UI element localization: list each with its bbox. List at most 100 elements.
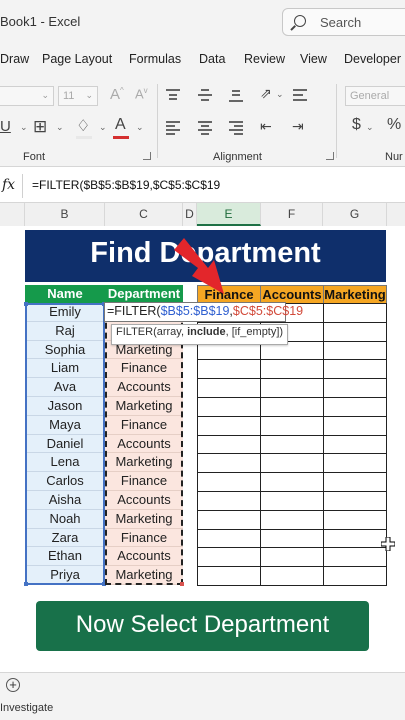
marketing-result-cell[interactable]: [323, 472, 387, 492]
alignment-dialog-launcher-icon[interactable]: [326, 152, 334, 160]
instruction-text: Now Select Department: [75, 611, 330, 638]
currency-icon[interactable]: $: [352, 116, 361, 134]
accounts-result-cell[interactable]: [260, 397, 324, 417]
accounts-result-cell[interactable]: [260, 378, 324, 398]
finance-result-cell[interactable]: [197, 472, 261, 492]
tab-formulas[interactable]: Formulas: [129, 52, 181, 66]
select-all-corner[interactable]: [0, 203, 25, 226]
group-label-alignment: Alignment: [213, 151, 262, 163]
column-header-f[interactable]: F: [261, 203, 323, 226]
cell-edit-box[interactable]: =FILTER($B$5:$B$19,$C$5:$C$19: [104, 302, 303, 322]
align-top-icon[interactable]: [166, 88, 180, 102]
increase-indent-icon[interactable]: ⇥: [292, 118, 304, 135]
underline-icon[interactable]: U: [0, 118, 11, 135]
add-sheet-icon[interactable]: +: [6, 678, 20, 692]
column-header-c[interactable]: C: [105, 203, 183, 226]
marketing-result-cell[interactable]: [323, 359, 387, 380]
finance-result-cell[interactable]: [197, 378, 261, 398]
column-header-e[interactable]: E: [197, 203, 261, 226]
shrink-font-icon[interactable]: Av: [135, 86, 148, 101]
finance-result-cell[interactable]: [197, 434, 261, 455]
chevron-down-icon[interactable]: ⌄: [20, 122, 28, 133]
percent-icon[interactable]: %: [387, 116, 401, 134]
formula-input[interactable]: =FILTER($B$5:$B$19,$C$5:$C$19: [32, 178, 220, 192]
tab-review[interactable]: Review: [244, 52, 285, 66]
font-dialog-launcher-icon[interactable]: [143, 152, 151, 160]
tab-developer[interactable]: Developer: [344, 52, 401, 66]
finance-result-cell[interactable]: [197, 566, 261, 586]
marketing-result-cell[interactable]: [323, 397, 387, 417]
grow-font-icon[interactable]: A^: [110, 86, 124, 103]
orientation-icon[interactable]: ⇗: [260, 85, 272, 102]
tab-page-layout[interactable]: Page Layout: [42, 52, 112, 66]
column-header-g[interactable]: G: [323, 203, 387, 226]
finance-result-cell[interactable]: [197, 547, 261, 568]
finance-result-cell[interactable]: [197, 453, 261, 474]
marketing-result-cell[interactable]: [323, 528, 387, 549]
borders-icon[interactable]: ⊞: [33, 117, 47, 137]
chevron-down-icon[interactable]: ⌄: [99, 122, 107, 133]
marketing-result-cell[interactable]: [323, 415, 387, 436]
marketing-result-cell[interactable]: [323, 434, 387, 455]
chevron-down-icon[interactable]: ⌄: [276, 89, 284, 100]
range-handle[interactable]: [24, 582, 28, 586]
range-handle[interactable]: [24, 302, 28, 306]
font-name-dropdown[interactable]: ⌄: [0, 86, 54, 106]
number-format-dropdown[interactable]: General: [345, 86, 405, 106]
accounts-result-cell[interactable]: [260, 528, 324, 549]
accounts-result-cell[interactable]: [260, 547, 324, 568]
fill-color-icon[interactable]: ♢: [76, 116, 90, 136]
group-label-number: Nur: [385, 151, 403, 163]
group-separator: [157, 84, 158, 158]
decrease-indent-icon[interactable]: ⇤: [260, 118, 272, 135]
finance-result-cell[interactable]: [197, 415, 261, 436]
accounts-result-cell[interactable]: [260, 472, 324, 492]
font-size-dropdown[interactable]: 11 ⌄: [58, 86, 98, 106]
range-handle[interactable]: [180, 582, 184, 586]
tab-draw[interactable]: Draw: [0, 52, 29, 66]
marketing-result-cell[interactable]: [323, 547, 387, 568]
finance-result-cell[interactable]: [197, 397, 261, 417]
marketing-result-cell[interactable]: [323, 509, 387, 530]
marketing-result-cell[interactable]: [323, 321, 387, 342]
finance-result-cell[interactable]: [197, 528, 261, 549]
chevron-down-icon[interactable]: ⌄: [366, 122, 374, 133]
align-center-icon[interactable]: [198, 120, 212, 135]
column-header-b[interactable]: B: [25, 203, 105, 226]
align-right-icon[interactable]: [229, 120, 243, 135]
tab-view[interactable]: View: [300, 52, 327, 66]
accounts-result-cell[interactable]: [260, 434, 324, 455]
accounts-result-cell[interactable]: [260, 509, 324, 530]
accounts-result-cell[interactable]: [260, 415, 324, 436]
marketing-result-cell[interactable]: [323, 566, 387, 586]
header-name[interactable]: Name: [25, 285, 105, 303]
finance-result-cell[interactable]: [197, 509, 261, 530]
finance-result-cell[interactable]: [197, 491, 261, 511]
accounts-result-cell[interactable]: [260, 359, 324, 380]
search-placeholder: Search: [320, 15, 362, 30]
marketing-result-cell[interactable]: [323, 453, 387, 474]
chevron-down-icon[interactable]: ⌄: [56, 122, 64, 133]
accounts-result-cell[interactable]: [260, 453, 324, 474]
group-separator: [336, 84, 337, 158]
wrap-text-icon[interactable]: [293, 88, 309, 102]
align-left-icon[interactable]: [166, 120, 180, 135]
search-box[interactable]: Search: [282, 8, 405, 36]
column-header-d[interactable]: D: [183, 203, 197, 226]
align-bottom-icon[interactable]: [229, 88, 243, 102]
tab-data[interactable]: Data: [199, 52, 225, 66]
marketing-result-cell[interactable]: [323, 340, 387, 361]
accounts-result-cell[interactable]: [260, 491, 324, 511]
accounts-result-cell[interactable]: [260, 566, 324, 586]
marketing-result-cell[interactable]: [323, 491, 387, 511]
font-color-icon[interactable]: A: [115, 116, 126, 134]
edit-range-names: $B$5:$B$19: [160, 304, 230, 318]
header-marketing[interactable]: Marketing: [323, 285, 387, 304]
align-middle-icon[interactable]: [198, 88, 212, 102]
finance-result-cell[interactable]: [197, 359, 261, 380]
marketing-result-cell[interactable]: [323, 303, 387, 323]
name-range-highlight: [24, 302, 106, 586]
insert-function-icon[interactable]: fx: [2, 177, 15, 193]
marketing-result-cell[interactable]: [323, 378, 387, 398]
chevron-down-icon[interactable]: ⌄: [136, 122, 144, 133]
